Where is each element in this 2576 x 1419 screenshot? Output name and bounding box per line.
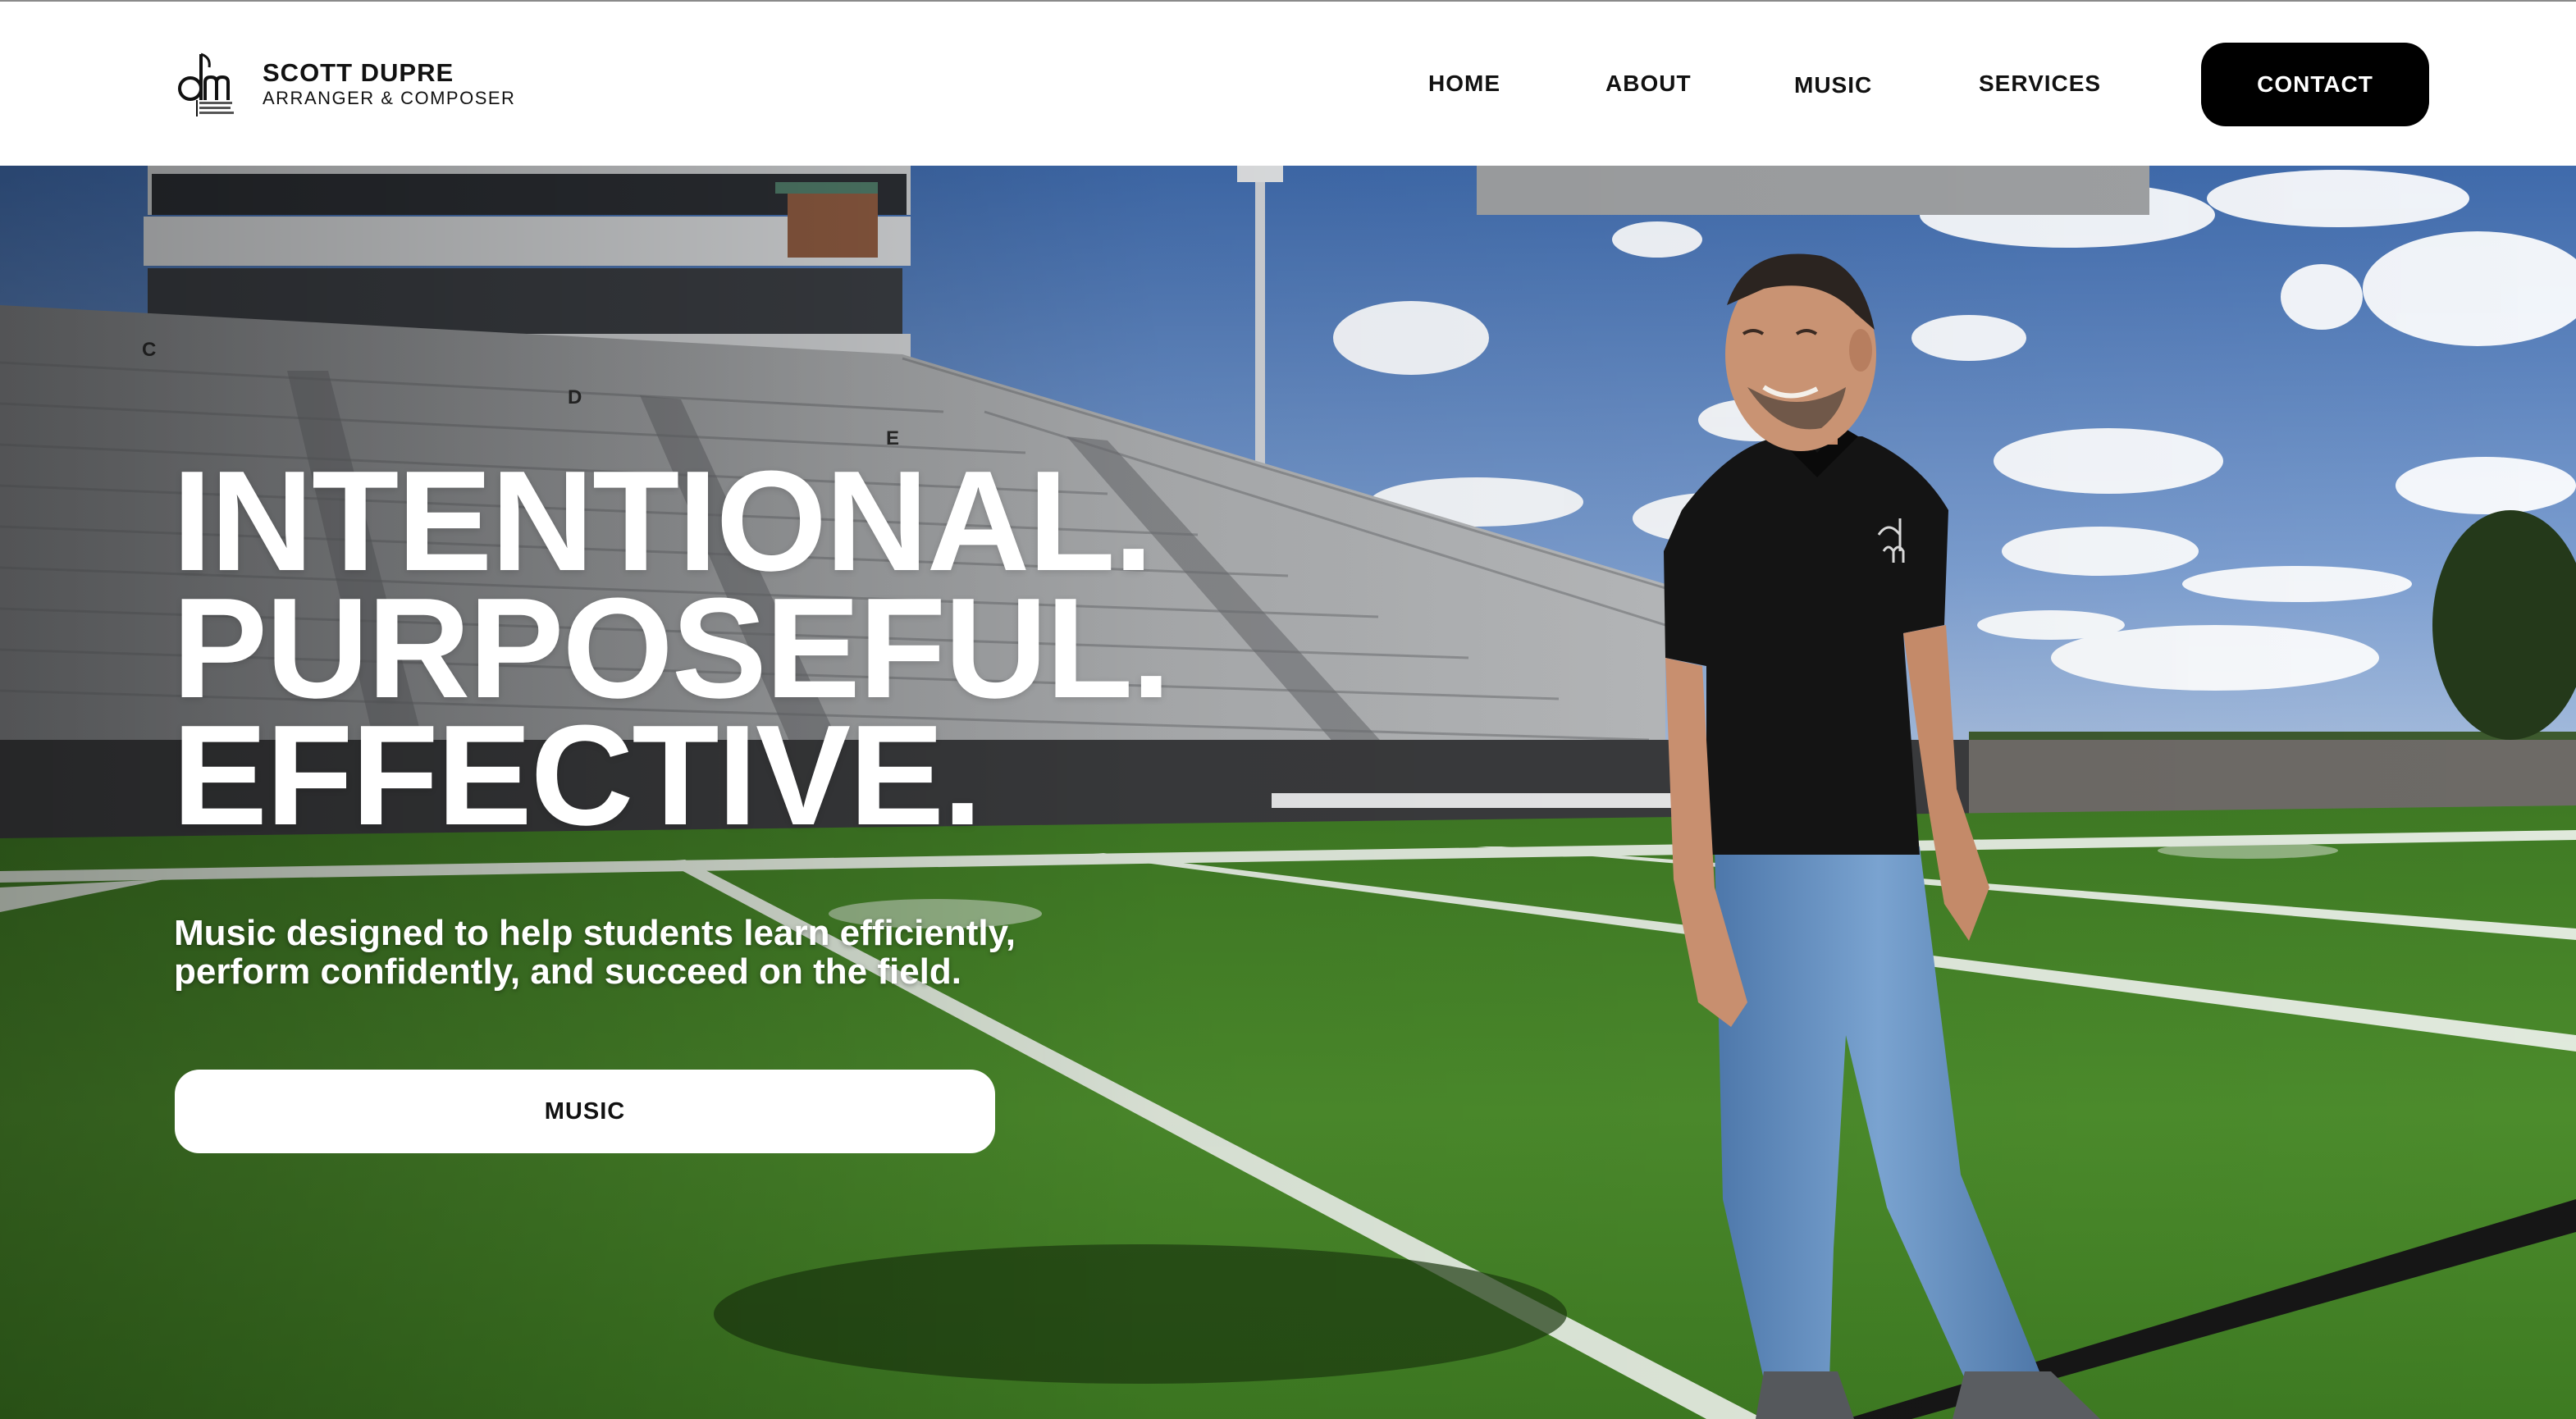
headline-line-3: EFFECTIVE. <box>172 695 982 855</box>
contact-button[interactable]: CONTACT <box>2201 43 2429 126</box>
hero-section: C D E <box>0 166 2576 1419</box>
nav-about[interactable]: ABOUT <box>1605 71 1692 97</box>
nav-music[interactable]: MUSIC <box>1794 72 1872 98</box>
hero-subcopy: Music designed to help students learn ef… <box>174 913 1016 992</box>
headline-line-2: PURPOSEFUL. <box>172 568 1171 728</box>
nav-services[interactable]: SERVICES <box>1979 71 2101 97</box>
headline-line-1: INTENTIONAL. <box>172 440 1153 600</box>
music-cta-button[interactable]: MUSIC <box>175 1070 995 1153</box>
nav-home[interactable]: HOME <box>1428 71 1500 97</box>
hero-headline: INTENTIONAL. PURPOSEFUL. EFFECTIVE. <box>172 440 1171 855</box>
site-header: SCOTT DUPRE ARRANGER & COMPOSER HOME ABO… <box>0 2 2576 166</box>
main-nav: HOME ABOUT MUSIC SERVICES CONTACT <box>0 2 2576 166</box>
